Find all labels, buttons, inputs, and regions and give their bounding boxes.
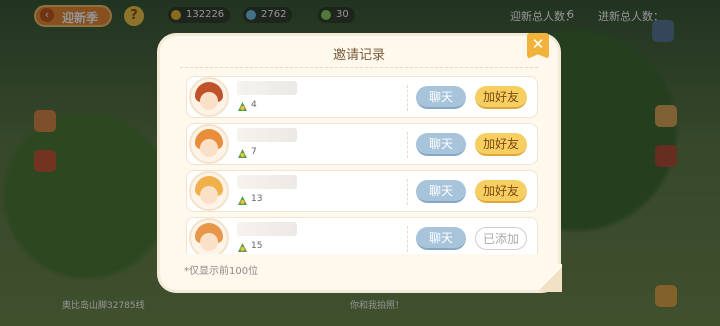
invite-row: 13 聊天 加好友 bbox=[186, 170, 538, 212]
player-name-blurred bbox=[237, 128, 297, 142]
player-name-blurred bbox=[237, 175, 297, 189]
level-icon bbox=[238, 196, 247, 205]
level-icon bbox=[238, 102, 247, 111]
invite-record-modal: 邀请记录 ✕ 4 聊天 加好友 7 聊天 加好友 13 聊天 加好友 15 聊天… bbox=[160, 33, 562, 292]
player-level: 13 bbox=[251, 194, 263, 204]
add-friend-button[interactable]: 加好友 bbox=[475, 180, 527, 203]
page-curl-decoration bbox=[540, 264, 562, 292]
avatar bbox=[189, 171, 229, 211]
invite-row: 7 聊天 加好友 bbox=[186, 123, 538, 165]
invite-row: 15 聊天 已添加 bbox=[186, 217, 538, 254]
row-separator bbox=[407, 226, 408, 252]
row-separator bbox=[407, 132, 408, 158]
add-friend-button[interactable]: 加好友 bbox=[475, 133, 527, 156]
level-icon bbox=[238, 243, 247, 252]
modal-title: 邀请记录 bbox=[332, 48, 385, 63]
player-level: 7 bbox=[251, 147, 257, 157]
avatar bbox=[189, 124, 229, 164]
row-separator bbox=[407, 179, 408, 205]
invite-list[interactable]: 4 聊天 加好友 7 聊天 加好友 13 聊天 加好友 15 聊天 已添加 bbox=[186, 76, 538, 254]
row-separator bbox=[407, 85, 408, 111]
chat-button[interactable]: 聊天 bbox=[416, 133, 466, 156]
avatar-face bbox=[200, 233, 218, 251]
chat-button[interactable]: 聊天 bbox=[416, 86, 466, 109]
avatar bbox=[189, 77, 229, 117]
player-name-blurred bbox=[237, 81, 297, 95]
player-level: 15 bbox=[251, 241, 263, 251]
player-name-blurred bbox=[237, 222, 297, 236]
title-divider bbox=[180, 67, 538, 68]
display-limit-note: *仅显示前100位 bbox=[184, 266, 259, 277]
chat-button[interactable]: 聊天 bbox=[416, 227, 466, 250]
avatar-face bbox=[200, 186, 218, 204]
avatar bbox=[189, 218, 229, 254]
player-level: 4 bbox=[251, 100, 257, 110]
added-friend-badge: 已添加 bbox=[475, 227, 527, 250]
avatar-face bbox=[200, 92, 218, 110]
add-friend-button[interactable]: 加好友 bbox=[475, 86, 527, 109]
chat-button[interactable]: 聊天 bbox=[416, 180, 466, 203]
avatar-face bbox=[200, 139, 218, 157]
invite-row: 4 聊天 加好友 bbox=[186, 76, 538, 118]
level-icon bbox=[238, 149, 247, 158]
